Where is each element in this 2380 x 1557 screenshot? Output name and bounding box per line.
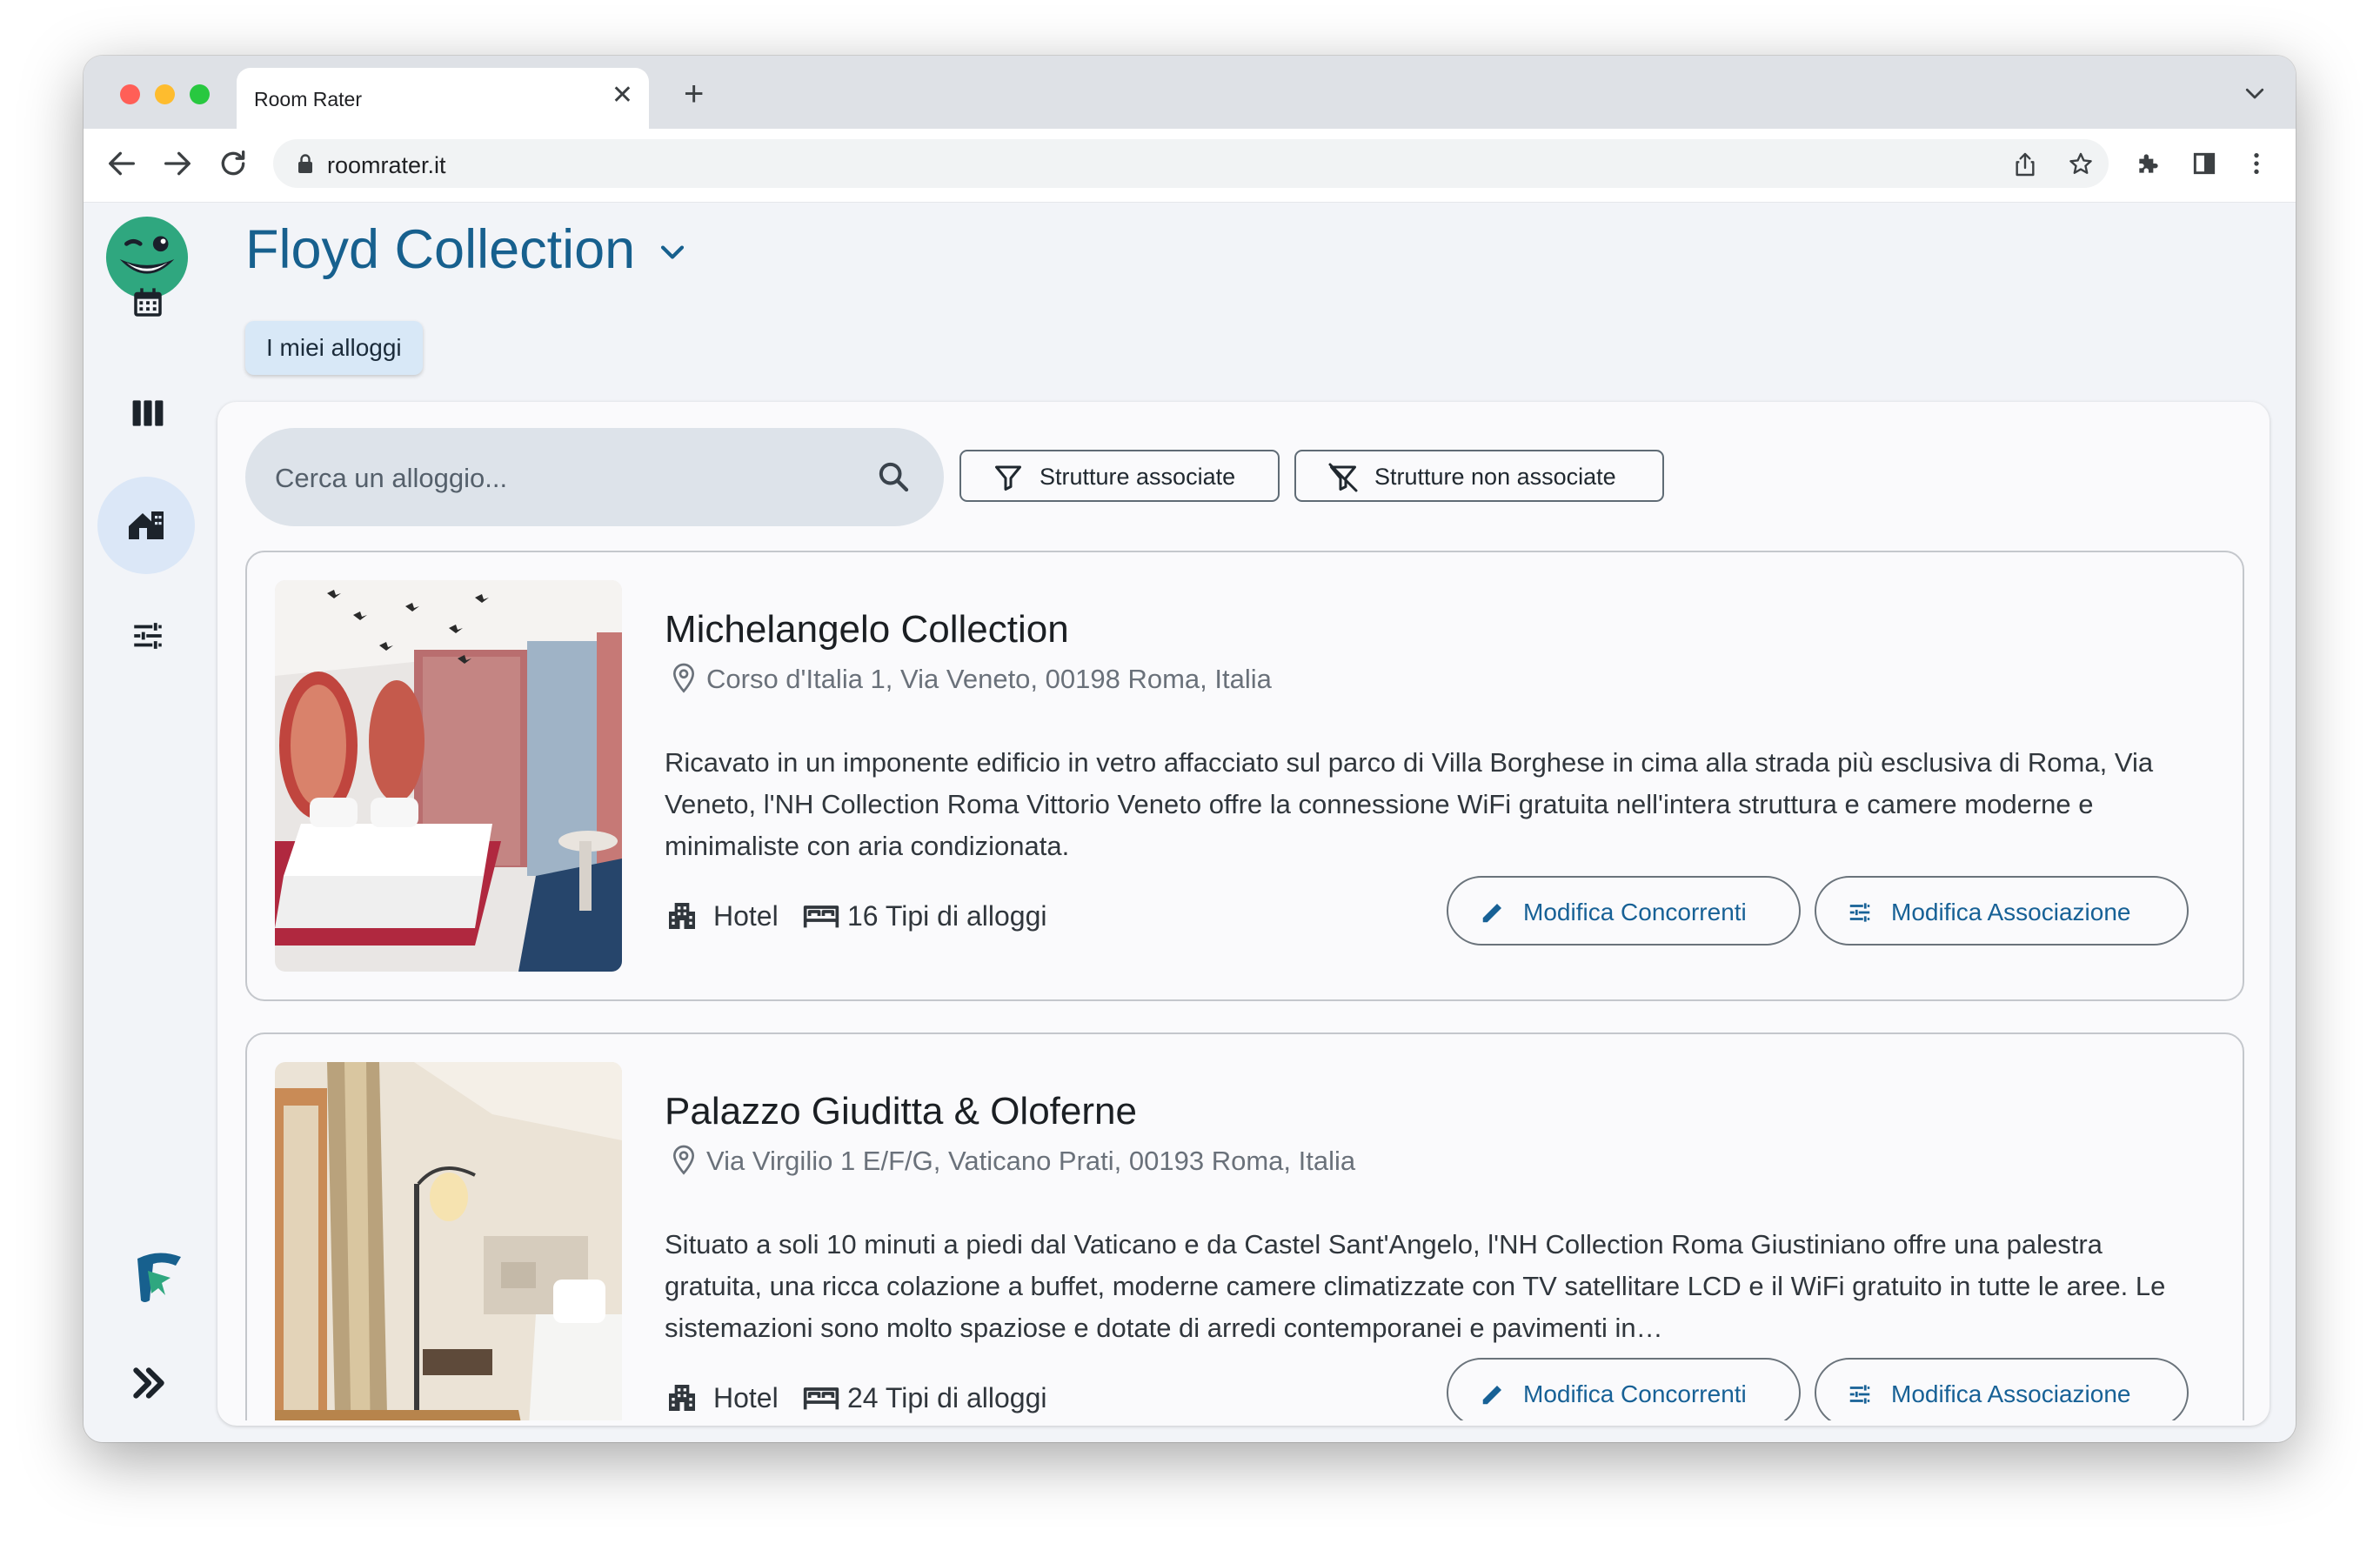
property-name: Michelangelo Collection — [665, 608, 1069, 651]
property-list: Michelangelo Collection Corso d'Italia 1… — [217, 551, 2270, 1420]
extensions-icon[interactable] — [2135, 150, 2163, 177]
app-content: Floyd Collection I miei alloggi Struttur… — [84, 203, 2296, 1442]
filter-not-associated-button[interactable]: Strutture non associate — [1294, 450, 1664, 502]
bookmark-star-icon[interactable] — [2067, 150, 2095, 178]
edit-competitors-label: Modifica Concorrenti — [1523, 1380, 1747, 1407]
property-card: Michelangelo Collection Corso d'Italia 1… — [245, 551, 2244, 1001]
property-address: Corso d'Italia 1, Via Veneto, 00198 Roma… — [706, 664, 1272, 694]
search-input[interactable] — [273, 428, 851, 528]
filter-icon — [995, 465, 1021, 491]
property-name: Palazzo Giuditta & Oloferne — [665, 1090, 1137, 1133]
tune-icon — [1849, 903, 1870, 922]
side-panel-icon[interactable] — [2190, 150, 2218, 177]
bed-icon — [803, 905, 839, 928]
tab-bar: Room Rater ✕ + — [84, 56, 2296, 129]
edit-association-button[interactable]: Modifica Associazione — [1815, 876, 2189, 946]
location-pin-icon — [672, 663, 695, 693]
bed-icon — [803, 1387, 839, 1410]
tab-title: Room Rater — [254, 88, 362, 110]
tune-icon — [134, 623, 162, 649]
property-description: Ricavato in un imponente edificio in vet… — [665, 747, 2154, 861]
settings-nav-item[interactable] — [116, 604, 180, 668]
edit-association-label: Modifica Associazione — [1891, 1380, 2131, 1407]
filter-not-associated-label: Strutture non associate — [1374, 464, 1616, 490]
property-photo[interactable] — [275, 1062, 622, 1420]
tab-search-chevron-icon[interactable] — [2242, 80, 2268, 106]
columns-nav-item[interactable] — [116, 381, 180, 445]
close-window-button[interactable] — [120, 84, 140, 104]
room-types-count: 24 Tipi di alloggi — [847, 1382, 1047, 1413]
pencil-icon — [1482, 1386, 1501, 1405]
filter-associated-label: Strutture associate — [1040, 464, 1236, 490]
new-tab-icon[interactable]: + — [684, 77, 704, 111]
back-arrow-icon[interactable] — [104, 146, 139, 181]
filter-off-icon — [1328, 463, 1358, 492]
property-type: Hotel — [713, 900, 779, 932]
forward-arrow-icon[interactable] — [160, 146, 195, 181]
edit-association-label: Modifica Associazione — [1891, 899, 2131, 926]
pencil-icon — [1482, 904, 1501, 923]
url-text: roomrater.it — [327, 152, 446, 178]
collection-chevron-down-icon[interactable] — [658, 243, 687, 262]
properties-icon — [129, 511, 164, 539]
browser-toolbar: roomrater.it — [84, 129, 2296, 203]
search-bar[interactable] — [245, 428, 944, 528]
edit-competitors-button[interactable]: Modifica Concorrenti — [1447, 1358, 1801, 1420]
browser-tab[interactable]: Room Rater ✕ — [237, 68, 649, 129]
kebab-menu-icon[interactable] — [2243, 150, 2270, 177]
building-icon — [669, 903, 695, 929]
filter-associated-button[interactable]: Strutture associate — [959, 450, 1280, 502]
tab-close-icon[interactable]: ✕ — [612, 83, 633, 109]
collection-title[interactable]: Floyd Collection — [245, 218, 635, 281]
lock-icon — [298, 154, 312, 173]
calendar-nav-item[interactable] — [116, 271, 180, 335]
properties-nav-item[interactable] — [97, 477, 195, 574]
location-pin-icon — [672, 1145, 695, 1175]
edit-competitors-label: Modifica Concorrenti — [1523, 899, 1747, 926]
navigation-rail — [84, 203, 214, 1442]
properties-panel: Strutture associate Strutture non associ… — [217, 402, 2270, 1426]
property-description: Situato a soli 10 minuti a piedi dal Vat… — [665, 1229, 2166, 1343]
address-bar[interactable]: roomrater.it — [273, 139, 2109, 188]
minimize-window-button[interactable] — [155, 84, 175, 104]
brand-mark-icon[interactable] — [132, 1250, 186, 1306]
columns-icon — [132, 400, 164, 426]
browser-window: Room Rater ✕ + roomrater.it Floyd Collec… — [84, 56, 2296, 1442]
room-types-count: 16 Tipi di alloggi — [847, 900, 1047, 932]
property-photo[interactable] — [275, 580, 622, 972]
reload-icon[interactable] — [216, 146, 251, 181]
edit-association-button[interactable]: Modifica Associazione — [1815, 1358, 2189, 1420]
tab-my-properties[interactable]: I miei alloggi — [245, 321, 423, 375]
share-icon[interactable] — [2011, 150, 2039, 178]
expand-rail-icon[interactable] — [127, 1361, 170, 1405]
property-card: Palazzo Giuditta & Oloferne Via Virgilio… — [245, 1032, 2244, 1420]
property-address: Via Virgilio 1 E/F/G, Vaticano Prati, 00… — [706, 1146, 1356, 1176]
search-icon[interactable] — [876, 459, 911, 494]
edit-competitors-button[interactable]: Modifica Concorrenti — [1447, 876, 1801, 946]
tune-icon — [1849, 1385, 1870, 1404]
building-icon — [669, 1385, 695, 1411]
calendar-icon — [134, 288, 162, 317]
zoom-window-button[interactable] — [190, 84, 210, 104]
property-type: Hotel — [713, 1382, 779, 1413]
